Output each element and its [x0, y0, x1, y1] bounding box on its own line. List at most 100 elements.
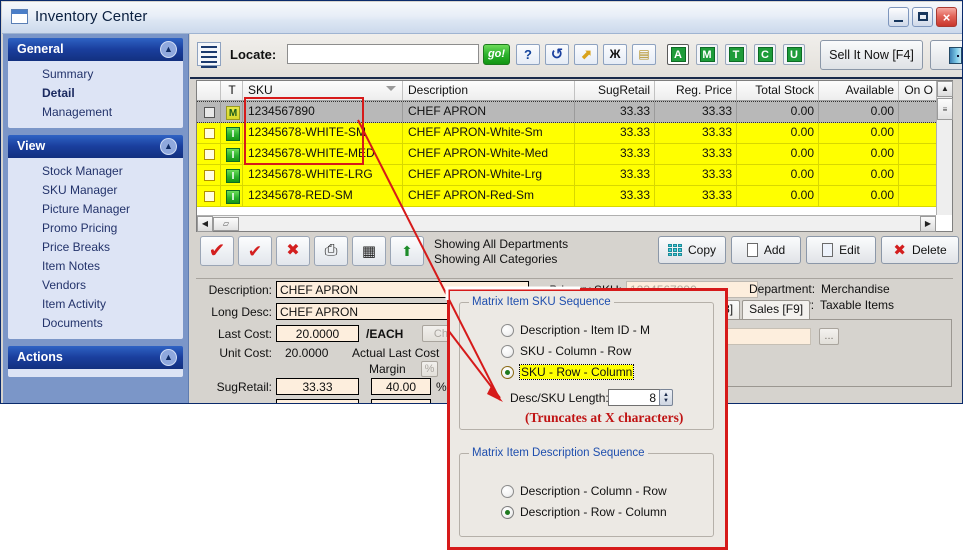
table-row[interactable]: I 12345678-WHITE-LRG CHEF APRON-White-Lr…	[197, 165, 952, 186]
check-all-button[interactable]: ✔	[238, 236, 272, 266]
chevron-up-icon[interactable]: ▲	[160, 41, 177, 58]
scroll-up-button[interactable]: ▲	[937, 81, 953, 97]
radio-icon[interactable]	[501, 344, 514, 358]
grid-header-available[interactable]: Available	[819, 81, 899, 100]
grid-header-total-stock[interactable]: Total Stock	[737, 81, 819, 100]
radio-icon-selected[interactable]	[501, 365, 514, 379]
row-checkbox[interactable]	[203, 149, 215, 160]
tab-sales[interactable]: Sales [F9]	[742, 300, 811, 319]
radio-label: SKU - Column - Row	[520, 344, 632, 358]
cell-on-order	[899, 144, 938, 164]
radio-label: Description - Column - Row	[520, 484, 667, 498]
go-button[interactable]: go!	[483, 44, 510, 65]
letter-button-u[interactable]: U	[783, 44, 805, 65]
sidebar-item-summary[interactable]: Summary	[8, 65, 183, 84]
sidebar-item-management[interactable]: Management	[8, 103, 183, 122]
radio-description-item-id-m[interactable]: Description - Item ID - M	[501, 323, 650, 337]
export-button[interactable]: ⬆	[390, 236, 424, 266]
list-view-button[interactable]: ▦	[352, 236, 386, 266]
sidebar-panel-header-view[interactable]: View ▲	[8, 135, 183, 158]
print-button[interactable]: ⎙	[314, 236, 348, 266]
sell-it-now-button[interactable]: Sell It Now [F4]	[820, 40, 923, 70]
sugretail-field[interactable]: 33.33	[276, 378, 359, 395]
scrollbar-thumb[interactable]: ≡	[937, 98, 953, 120]
sidebar-panel-header-general[interactable]: General ▲	[8, 38, 183, 61]
chevron-up-icon[interactable]: ▲	[160, 349, 177, 366]
grid-header-description[interactable]: Description	[403, 81, 575, 100]
sidebar-item-picture-manager[interactable]: Picture Manager	[8, 200, 183, 219]
radio-icon[interactable]	[501, 484, 514, 498]
radio-icon[interactable]	[501, 323, 514, 337]
uom-label: /EACH	[366, 327, 404, 341]
scrollbar-thumb-horizontal[interactable]: ▱	[213, 217, 239, 231]
grid-horizontal-scrollbar[interactable]: ◀ ▱ ▶	[197, 215, 936, 232]
grid-header-select[interactable]	[197, 81, 221, 100]
row-checkbox[interactable]	[203, 170, 215, 181]
letter-button-a[interactable]: A	[667, 44, 689, 65]
table-row[interactable]: I 12345678-RED-SM CHEF APRON-Red-Sm 33.3…	[197, 186, 952, 207]
radio-description-column-row[interactable]: Description - Column - Row	[501, 484, 667, 498]
uncheck-all-button[interactable]: ✖	[276, 236, 310, 266]
our-price-margin-field[interactable]: 30.00	[371, 399, 431, 403]
actual-last-cost-label: Actual Last Cost	[352, 346, 440, 360]
inventory-grid[interactable]: T SKU Description SugRetail Reg. Price T…	[196, 80, 953, 232]
spinner-buttons[interactable]: ▲ ▼	[659, 389, 673, 406]
letter-button-t[interactable]: T	[725, 44, 747, 65]
grid-vertical-scrollbar[interactable]: ▲ ≡	[936, 81, 953, 215]
sidebar-item-sku-manager[interactable]: SKU Manager	[8, 181, 183, 200]
locate-input[interactable]	[287, 44, 479, 64]
sidebar-item-stock-manager[interactable]: Stock Manager	[8, 162, 183, 181]
grid-header-sku[interactable]: SKU	[243, 81, 403, 100]
letter-button-c[interactable]: C	[754, 44, 776, 65]
desc-sku-length-input[interactable]: 8	[608, 389, 660, 406]
grid-header-on-order[interactable]: On O	[899, 81, 938, 100]
radio-description-row-column[interactable]: Description - Row - Column	[501, 505, 667, 519]
row-checkbox[interactable]	[203, 128, 215, 139]
add-button[interactable]: Add	[731, 236, 801, 264]
radio-icon-selected[interactable]	[501, 505, 514, 519]
sidebar-item-item-notes[interactable]: Item Notes	[8, 257, 183, 276]
long-desc-label: Long Desc:	[211, 305, 272, 319]
sidebar-item-price-breaks[interactable]: Price Breaks	[8, 238, 183, 257]
edit-button[interactable]: Edit	[806, 236, 876, 264]
refresh-icon-button[interactable]: ↺	[545, 44, 569, 65]
margin-percent-button[interactable]: %	[421, 361, 438, 377]
last-cost-field[interactable]: 20.0000	[276, 325, 359, 342]
spinner-down-icon[interactable]: ▼	[663, 398, 669, 404]
scroll-right-button[interactable]: ▶	[920, 216, 936, 232]
browse-button[interactable]: ...	[819, 328, 839, 345]
table-row[interactable]: I 12345678-WHITE-MED CHEF APRON-White-Me…	[197, 144, 952, 165]
grid-header-reg-price[interactable]: Reg. Price	[655, 81, 737, 100]
list-menu-icon[interactable]	[197, 42, 221, 68]
radio-sku-column-row[interactable]: SKU - Column - Row	[501, 344, 631, 358]
sidebar-item-promo-pricing[interactable]: Promo Pricing	[8, 219, 183, 238]
delete-button[interactable]: ✖ Delete	[881, 236, 959, 264]
table-row[interactable]: M 1234567890 CHEF APRON 33.33 33.33 0.00…	[197, 101, 952, 123]
sidebar-item-item-activity[interactable]: Item Activity	[8, 295, 183, 314]
sugretail-margin-field[interactable]: 40.00	[371, 378, 431, 395]
maximize-button[interactable]	[912, 7, 933, 27]
help-button[interactable]: ?	[516, 44, 540, 65]
close-window-button[interactable]: Close	[930, 40, 962, 70]
our-price-field[interactable]: 28.57	[276, 399, 359, 403]
chevron-up-icon[interactable]: ▲	[160, 138, 177, 155]
radio-sku-row-column[interactable]: SKU - Row - Column	[501, 364, 635, 380]
minimize-button[interactable]	[888, 7, 909, 27]
jump-icon-button[interactable]: ⬈	[574, 44, 598, 65]
grid-header-type[interactable]: T	[221, 81, 243, 100]
table-row[interactable]: I 12345678-WHITE-SM CHEF APRON-White-Sm …	[197, 123, 952, 144]
letter-button-m[interactable]: M	[696, 44, 718, 65]
sidebar-item-vendors[interactable]: Vendors	[8, 276, 183, 295]
scroll-left-button[interactable]: ◀	[197, 216, 213, 232]
row-checkbox[interactable]	[203, 107, 215, 118]
sidebar-item-detail[interactable]: Detail	[8, 84, 183, 103]
document-preview-button[interactable]: ▤	[632, 44, 656, 65]
grid-header-sugretail[interactable]: SugRetail	[575, 81, 655, 100]
sidebar-item-documents[interactable]: Documents	[8, 314, 183, 333]
check-button[interactable]: ✔	[200, 236, 234, 266]
row-checkbox[interactable]	[203, 191, 215, 202]
binoculars-search-button[interactable]: Ж	[603, 44, 627, 65]
close-button[interactable]: ×	[936, 7, 957, 27]
sidebar-panel-header-actions[interactable]: Actions ▲	[8, 346, 183, 369]
copy-button[interactable]: Copy	[658, 236, 726, 264]
